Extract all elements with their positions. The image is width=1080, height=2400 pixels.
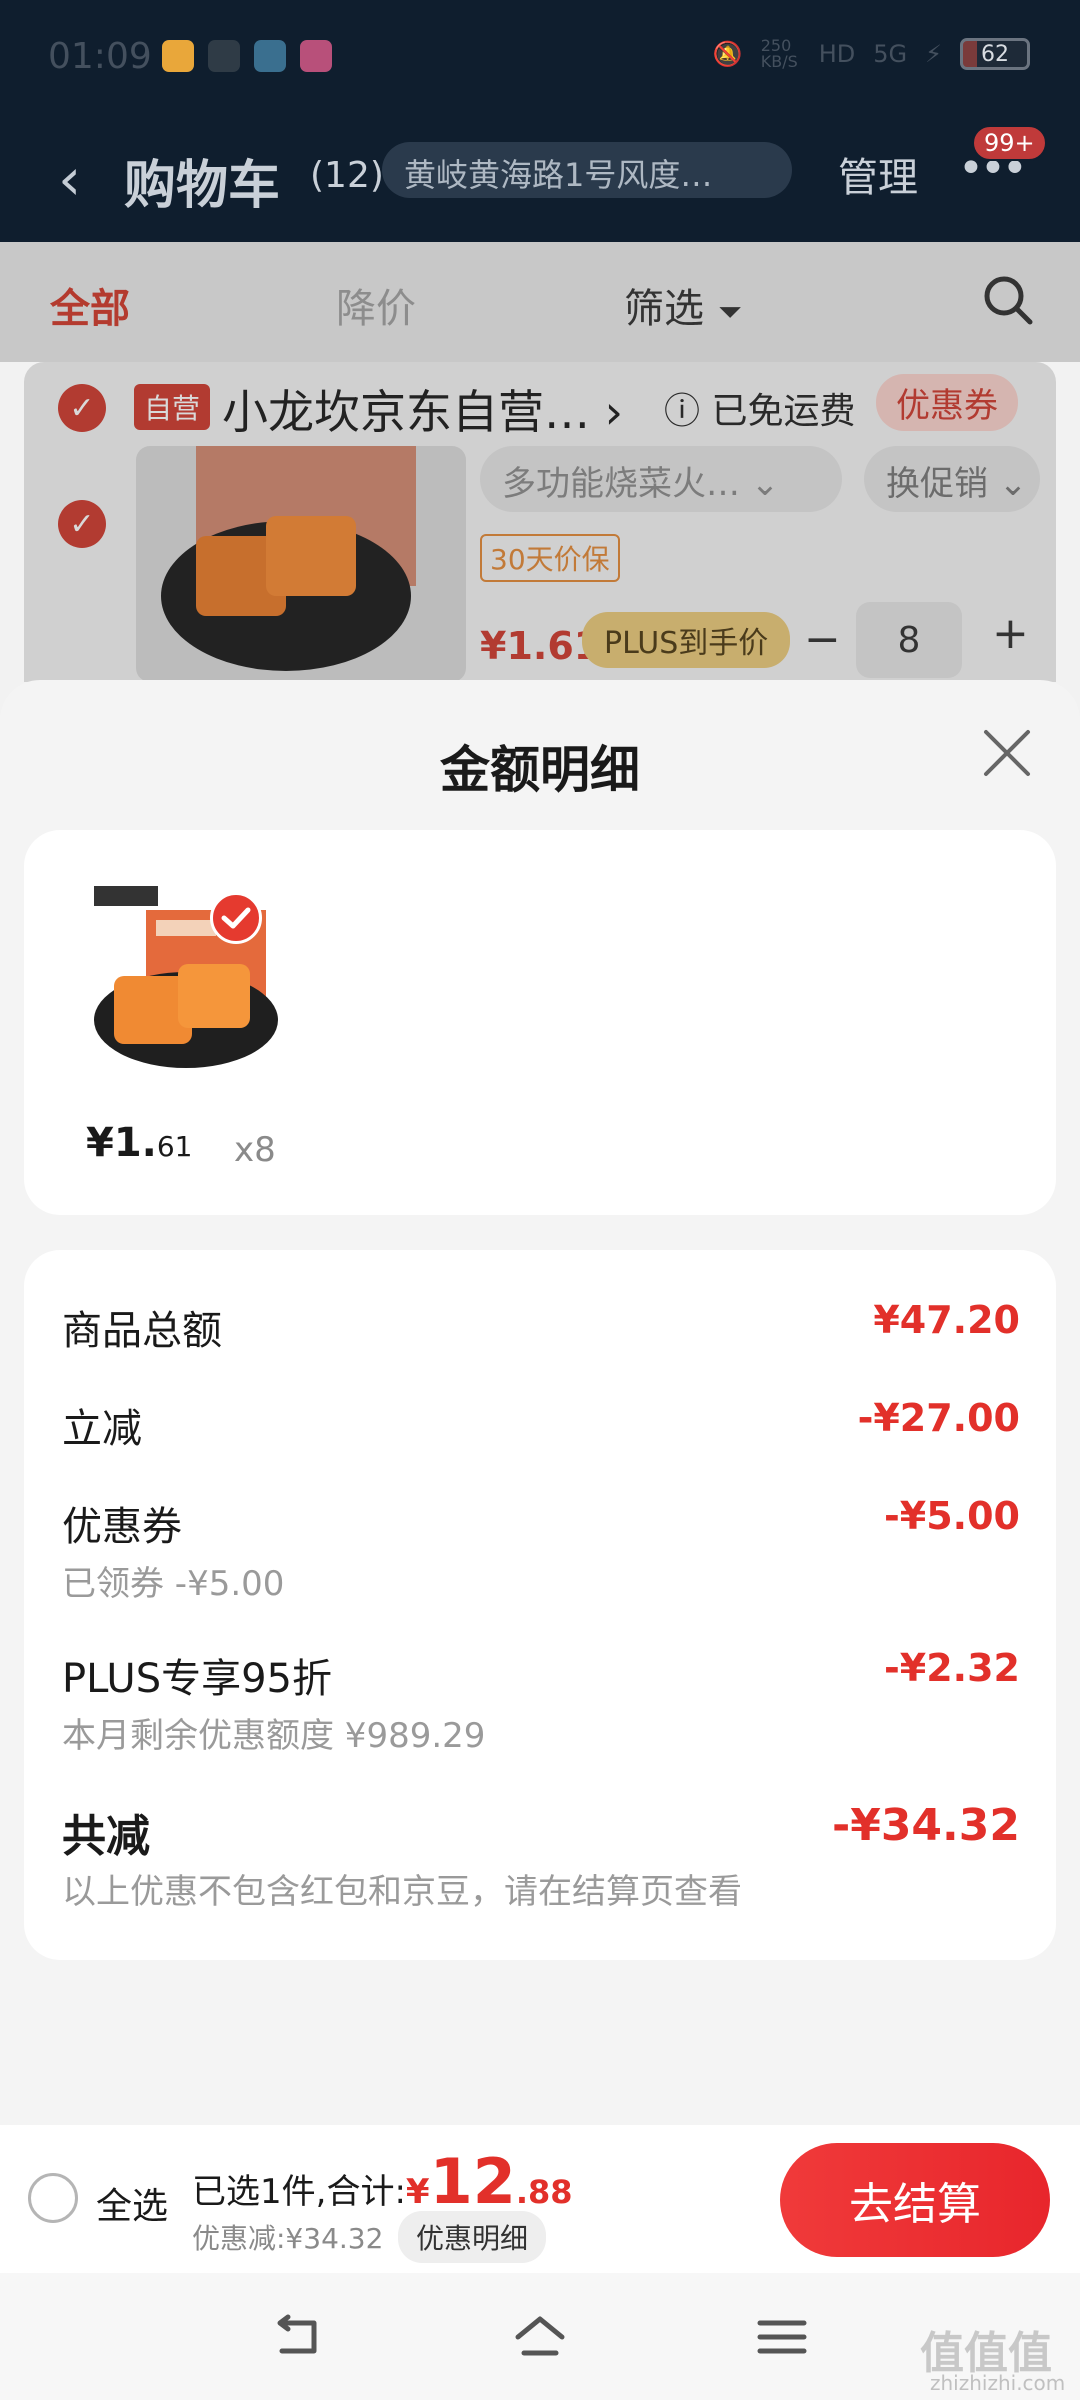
total-discount-value: -¥34.32: [831, 1800, 1020, 1851]
item-quantity: x8: [234, 1130, 276, 1170]
select-all-checkbox[interactable]: [28, 2173, 78, 2223]
free-shipping-text: 已免运费: [711, 391, 856, 432]
battery-icon: 62: [960, 38, 1030, 70]
total-currency: ¥: [405, 2172, 430, 2212]
filter-label: 筛选: [624, 286, 704, 332]
hd-icon: HD: [818, 40, 856, 68]
page-title: 购物车: [124, 156, 281, 216]
checkout-button[interactable]: 去结算: [780, 2143, 1050, 2257]
status-time: 01:09: [48, 36, 152, 77]
spec-text: 多功能烧菜火…: [502, 464, 740, 504]
spec-selector[interactable]: 多功能烧菜火… ⌄: [480, 446, 842, 512]
browser-notification-icon: [254, 40, 286, 72]
menu-nav-icon[interactable]: [754, 2309, 810, 2365]
cart-header: ‹ 购物车 (12) 黄岐黄海路1号风度… 管理 ••• 99+: [0, 115, 1080, 242]
close-icon[interactable]: [980, 726, 1034, 780]
checkout-bar: 全选 已选1件,合计:¥12.88 优惠减:¥34.32 优惠明细 去结算: [0, 2125, 1080, 2273]
charging-icon: ⚡: [925, 40, 942, 68]
tab-all[interactable]: 全部: [50, 276, 130, 334]
goods-total-value: ¥47.20: [873, 1298, 1020, 1342]
home-nav-icon[interactable]: [512, 2309, 568, 2365]
quantity-input[interactable]: 8: [856, 602, 962, 678]
plus-price-tag: PLUS到手价: [582, 612, 791, 668]
item-price-dec: 61: [156, 1130, 193, 1163]
quantity-decrease-button[interactable]: −: [804, 614, 841, 665]
instant-discount-label: 立减: [62, 1406, 142, 1452]
mute-icon: 🔕: [712, 40, 743, 68]
total-discount-note: 以上优惠不包含红包和京豆，请在结算页查看: [62, 1872, 742, 1912]
net-speed: 250 KB/S: [760, 36, 798, 71]
app-notification-icon: [162, 40, 194, 72]
plus-discount-sub: 本月剩余优惠额度 ¥989.29: [62, 1716, 486, 1756]
instant-discount-value: -¥27.00: [857, 1396, 1020, 1440]
coupon-button[interactable]: 优惠券: [876, 374, 1018, 431]
tab-filter[interactable]: 筛选 ⏷: [624, 276, 742, 334]
cart-tabs: 全部 降价 筛选 ⏷: [0, 242, 1080, 362]
qq-notification-icon: [208, 40, 240, 72]
video-notification-icon: [300, 40, 332, 72]
item-checkbox[interactable]: ✓: [58, 500, 106, 548]
product-image-graphic: [161, 446, 416, 671]
back-nav-icon[interactable]: [270, 2309, 326, 2365]
manage-button[interactable]: 管理: [838, 145, 918, 203]
product-image[interactable]: [136, 446, 466, 682]
coupon-label: 优惠券: [62, 1504, 182, 1550]
quantity-increase-button[interactable]: +: [992, 608, 1029, 659]
coupon-sub: 已领券 -¥5.00: [62, 1564, 285, 1604]
message-badge: 99+: [972, 125, 1047, 161]
price-breakdown-card: 商品总额 ¥47.20 立减 -¥27.00 优惠券 已领券 -¥5.00 -¥…: [24, 1250, 1056, 1960]
cart-shop-card: ✓ 自营 小龙坎京东自营… › ⓘ 已免运费 优惠券 ✓ 多功能烧菜火… ⌄ 换…: [24, 362, 1056, 682]
cart-count: (12): [310, 155, 384, 196]
check-mark-graphic: [221, 907, 251, 929]
selected-check-icon: [210, 892, 262, 944]
promo-text: 换促销: [886, 464, 988, 504]
watermark-url: zhizhizhi.com: [930, 2371, 1066, 2395]
total-integer: 12: [429, 2145, 516, 2218]
selected-items-card: ¥1.61 x8: [24, 830, 1056, 1215]
change-promo-button[interactable]: 换促销 ⌄: [864, 446, 1040, 512]
total-summary: 已选1件,合计:¥12.88: [192, 2145, 573, 2218]
status-bar: 01:09 🔕 250 KB/S HD 5G ⚡ 62: [0, 0, 1080, 115]
free-shipping: ⓘ 已免运费: [664, 382, 855, 434]
sheet-title: 金额明细: [440, 741, 640, 799]
system-nav-bar: 值值值 zhizhizhi.com: [0, 2273, 1080, 2400]
self-run-tag: 自营: [134, 384, 211, 430]
plus-discount-label: PLUS专享95折: [62, 1656, 332, 1702]
select-all-label[interactable]: 全选: [96, 2177, 168, 2229]
plus-discount-value: -¥2.32: [884, 1646, 1020, 1690]
address-selector[interactable]: 黄岐黄海路1号风度…: [382, 142, 792, 198]
coupon-value: -¥5.00: [884, 1494, 1020, 1538]
item-unit-price: ¥1.61: [86, 1120, 193, 1166]
discount-detail-button[interactable]: 优惠明细: [398, 2211, 547, 2263]
status-indicators: 🔕 250 KB/S HD 5G ⚡ 62: [713, 38, 1030, 70]
shop-name[interactable]: 小龙坎京东自营… ›: [222, 376, 623, 442]
shop-name-text: 小龙坎京东自营…: [222, 385, 590, 439]
price-protect-tag: 30天价保: [480, 534, 620, 582]
search-icon[interactable]: [982, 274, 1034, 326]
goods-total-label: 商品总额: [62, 1308, 222, 1354]
total-decimal: .88: [515, 2173, 573, 2211]
saved-amount: 优惠减:¥34.32: [192, 2222, 384, 2255]
info-icon: ⓘ: [664, 391, 701, 432]
shop-checkbox[interactable]: ✓: [58, 384, 106, 432]
signal-icon: 5G: [873, 40, 908, 68]
tab-price-drop[interactable]: 降价: [336, 276, 416, 334]
filter-icon: ⏷: [718, 295, 742, 330]
total-discount-label: 共减: [62, 1811, 150, 1862]
item-price-int: ¥1.: [86, 1120, 157, 1166]
amount-detail-sheet: 金额明细 ¥1.61 x8 商品总额 ¥47.20 立减 -¥27.00 优惠券…: [0, 680, 1080, 2125]
back-icon[interactable]: ‹: [58, 145, 81, 213]
summary-prefix: 已选1件,合计:: [192, 2172, 406, 2212]
